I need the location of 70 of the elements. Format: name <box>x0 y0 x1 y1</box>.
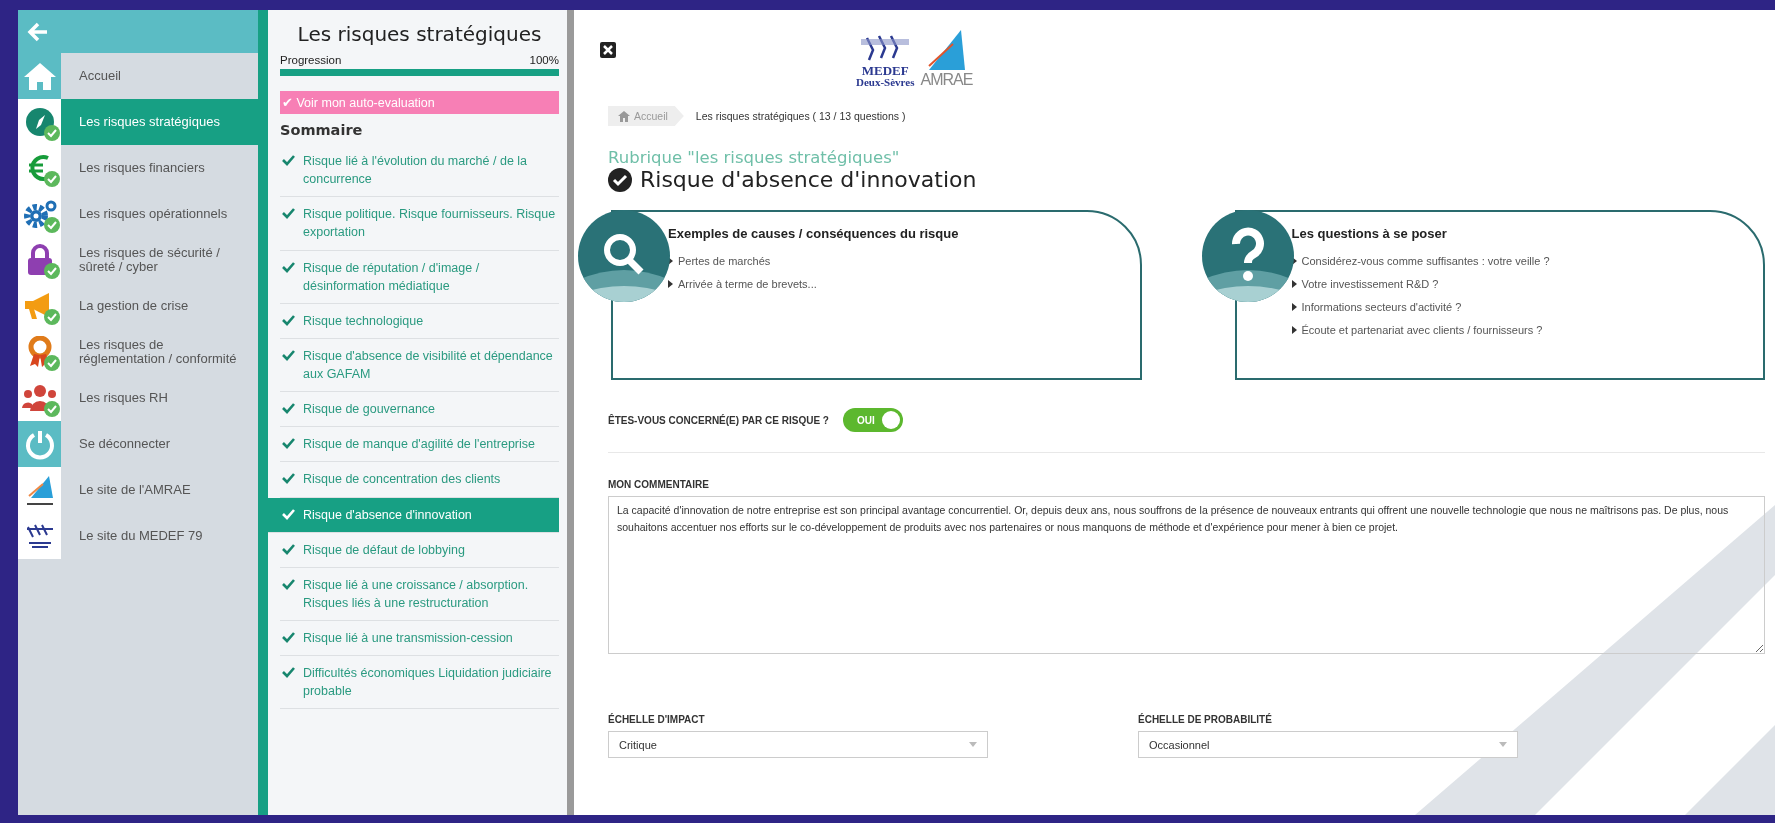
summary-item-text: Risque d'absence d'innovation <box>303 506 472 524</box>
panel-title: Les risques stratégiques <box>296 22 543 46</box>
card-title: Les questions à se poser <box>1291 226 1448 241</box>
dropdown-field[interactable]: Occasionnel <box>1138 731 1518 758</box>
summary-item-text: Risque d'absence de visibilité et dépendance aux GAFAM <box>303 347 554 383</box>
card-title: Exemples de causes / conséquences du risque <box>668 226 960 241</box>
home-icon <box>618 110 630 122</box>
select-label: ÉCHELLE D'IMPACT <box>608 714 706 725</box>
caret-icon <box>1291 303 1297 311</box>
progress-label: Progression <box>280 54 342 66</box>
summary-item[interactable]: Risque de concentration des clients <box>280 462 559 498</box>
summary-item-text: Risque technologique <box>303 312 424 330</box>
summary-item-text: Risque de concentration des clients <box>303 471 501 489</box>
summary-item-text: Risque de manque d'agilité de l'entreprise <box>303 436 535 454</box>
caret-icon <box>969 742 977 747</box>
summary-item-text: Risque de réputation / d'image / désinformation médiatique <box>303 259 481 295</box>
home-icon <box>22 61 57 91</box>
gears-icon <box>21 199 58 229</box>
comment-label: MON COMMENTAIRE <box>608 479 710 490</box>
caret-icon <box>1499 742 1507 747</box>
card-item: Pertes de marchés <box>678 255 771 267</box>
amrae-logo: AMRAE <box>920 30 973 88</box>
summary-item[interactable]: Risque lié à l'évolution du marché / de la concurrence <box>280 144 559 198</box>
summary-item-text: Risque de défaut de lobbying <box>303 541 465 559</box>
breadcrumb-home-link[interactable]: Accueil <box>608 106 684 126</box>
caret-icon <box>668 280 673 288</box>
card-item: Arrivée à terme de brevets... <box>678 278 817 290</box>
summary-item[interactable]: Difficultés économiques Liquidation judiciaire probable <box>280 656 559 710</box>
power-icon <box>23 428 56 460</box>
evaluation-button[interactable]: ✔ Voir mon auto-evaluation <box>280 91 559 114</box>
close-icon[interactable] <box>600 42 616 58</box>
summary-item[interactable]: Risque de défaut de lobbying <box>280 532 559 568</box>
summary-item-text: Risque lié à une croissance / absorption. Risques liés à une restructuration <box>303 576 530 612</box>
people-icon <box>21 384 58 412</box>
summary-item[interactable]: Risque de gouvernance <box>280 392 559 428</box>
progress-reading: 100% <box>529 54 559 66</box>
summary-item[interactable]: Risque lié à une croissance / absorption. Risques liés à une restructuration <box>280 567 559 621</box>
summary-item[interactable]: Risque de réputation / d'image / désinformation médiatique <box>280 250 559 304</box>
summary-item-text: Risque politique. Risque fournisseurs. Risque exportation <box>303 206 557 242</box>
card-item: Votre investissement R&D ? <box>1301 278 1439 290</box>
sidebar-item[interactable]: Les risques stratégiques <box>61 99 258 145</box>
toggle-switch[interactable]: OUI <box>842 408 903 432</box>
summary-item-text: Risque de gouvernance <box>303 401 436 419</box>
question-title: Risque d'absence d'innovation <box>640 167 977 192</box>
caret-icon <box>1291 280 1297 288</box>
summary-item-text: Risque lié à l'évolution du marché / de la concurrence <box>303 153 529 189</box>
summary-item-text: Risque lié à une transmission-cession <box>303 630 513 647</box>
select-label: ÉCHELLE DE PROBABILITÉ <box>1138 714 1273 725</box>
summary-item[interactable]: Risque lié à une transmission-cession <box>280 621 559 657</box>
comment-field[interactable]: La capacité d'innovation de notre entreprise est son principal avantage concurrentiel. Or, depuis deux ans, nous souffrons de la présence de nouveaux entrants qui offrent une nouvelle technologie que nous ne maîtrisons pas. De plus, nous souhaitons accentuer nos efforts sur le co-développement de produits avec nos partenaires or nous manquons de méthode et d'expérience pour mener à bien ce projet. <box>608 496 1765 654</box>
sail-logo-icon <box>24 474 55 506</box>
summary-heading: Sommaire <box>280 122 364 138</box>
card-item: Informations secteurs d'activité ? <box>1301 301 1462 313</box>
back-arrow-icon <box>27 20 49 43</box>
breadcrumb-current: Les risques stratégiques ( 13 / 13 questions ) <box>695 110 906 122</box>
caret-icon <box>1291 257 1297 265</box>
summary-item[interactable]: Risque d'absence de visibilité et dépendance aux GAFAM <box>280 338 559 393</box>
caret-icon <box>1291 326 1297 334</box>
concern-label: ÊTES-VOUS CONCERNÉ(E) PAR CE RISQUE ? <box>608 414 829 426</box>
summary-item[interactable]: Risque technologique <box>280 303 559 339</box>
dropdown-field[interactable]: Critique <box>608 731 988 758</box>
card-item: Considérez-vous comme suffisantes : votre veille ? <box>1301 255 1550 267</box>
section-label: Rubrique "les risques stratégiques" <box>608 148 901 167</box>
summary-item[interactable]: Risque d'absence d'innovation <box>268 497 559 533</box>
summary-item-text: Difficultés économiques Liquidation judiciaire probable <box>303 665 553 701</box>
summary-item[interactable]: Risque de manque d'agilité de l'entreprise <box>280 427 559 463</box>
summary-item[interactable]: Risque politique. Risque fournisseurs. Risque exportation <box>280 197 559 251</box>
card-item: Écoute et partenariat avec clients / fournisseurs ? <box>1301 324 1543 336</box>
medef-logo: MEDEF Deux-Sèvres <box>856 34 915 88</box>
caret-icon <box>668 257 673 265</box>
